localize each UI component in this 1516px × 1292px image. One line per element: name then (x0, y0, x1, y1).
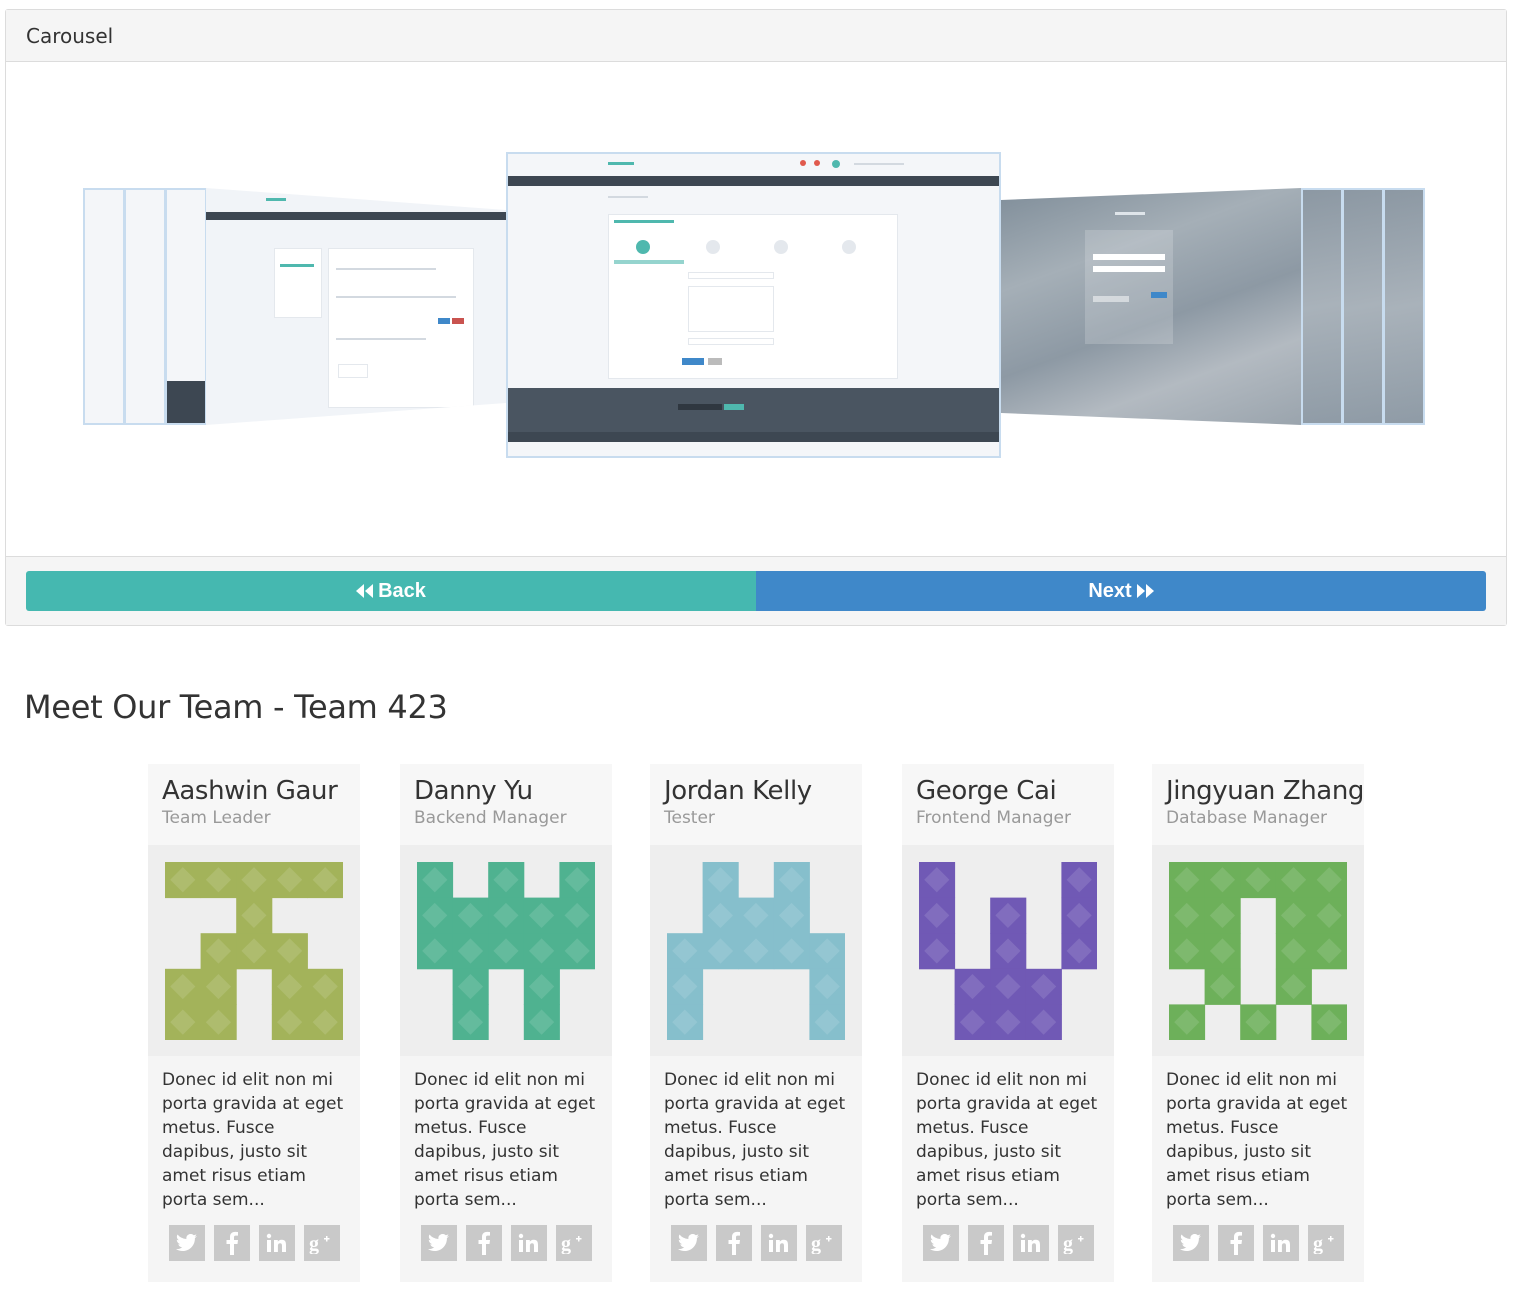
carousel-slide-active[interactable] (506, 152, 1001, 458)
svg-text:g: g (1063, 1233, 1073, 1254)
team-title: Meet Our Team - Team 423 (24, 688, 448, 726)
member-name: George Cai (916, 776, 1057, 806)
twitter-icon[interactable] (420, 1225, 457, 1261)
svg-text:g: g (811, 1233, 821, 1254)
carousel-slide-thumb[interactable] (83, 188, 125, 425)
linkedin-icon[interactable] (1012, 1225, 1049, 1261)
carousel-slide-right[interactable] (1001, 188, 1301, 425)
google-plus-icon[interactable]: g (555, 1225, 592, 1261)
google-plus-icon[interactable]: g (303, 1225, 340, 1261)
team-member-card: George Cai Frontend Manager Donec id eli… (902, 764, 1114, 1282)
twitter-icon[interactable] (1172, 1225, 1209, 1261)
member-avatar (902, 845, 1114, 1056)
linkedin-icon[interactable] (1262, 1225, 1299, 1261)
social-links: g (650, 1219, 862, 1261)
member-avatar (400, 845, 612, 1056)
carousel-slide-thumb[interactable] (124, 188, 166, 425)
google-plus-icon[interactable]: g (1057, 1225, 1094, 1261)
next-label: Next (1088, 579, 1132, 602)
back-label: Back (378, 579, 426, 602)
carousel-stage (6, 62, 1506, 557)
facebook-icon[interactable] (213, 1225, 250, 1261)
double-right-arrow-icon (1136, 584, 1154, 598)
card-header: Jordan Kelly Tester (650, 764, 862, 845)
double-left-arrow-icon (356, 584, 374, 598)
next-button[interactable]: Next (756, 571, 1486, 611)
member-name: Jordan Kelly (664, 776, 812, 806)
twitter-icon[interactable] (922, 1225, 959, 1261)
facebook-icon[interactable] (465, 1225, 502, 1261)
linkedin-icon[interactable] (510, 1225, 547, 1261)
linkedin-icon[interactable] (760, 1225, 797, 1261)
social-links: g (148, 1219, 360, 1261)
social-links: g (400, 1219, 612, 1261)
linkedin-icon[interactable] (258, 1225, 295, 1261)
carousel-controls: Back Next (6, 557, 1506, 625)
facebook-icon[interactable] (1217, 1225, 1254, 1261)
google-plus-icon[interactable]: g (1307, 1225, 1344, 1261)
member-bio: Donec id elit non mi porta gravida at eg… (1166, 1070, 1348, 1210)
member-name: Danny Yu (414, 776, 533, 806)
member-role: Tester (664, 808, 715, 828)
back-button[interactable]: Back (26, 571, 756, 611)
member-bio: Donec id elit non mi porta gravida at eg… (916, 1070, 1098, 1210)
carousel-slide-left[interactable] (206, 188, 506, 425)
carousel-slide-thumb[interactable] (165, 188, 207, 425)
member-name: Jingyuan Zhang (1166, 776, 1365, 806)
member-avatar (1152, 845, 1364, 1056)
member-role: Backend Manager (414, 808, 567, 828)
card-header: George Cai Frontend Manager (902, 764, 1114, 845)
facebook-icon[interactable] (715, 1225, 752, 1261)
twitter-icon[interactable] (670, 1225, 707, 1261)
carousel-slide-thumb[interactable] (1301, 188, 1343, 425)
card-header: Danny Yu Backend Manager (400, 764, 612, 845)
twitter-icon[interactable] (168, 1225, 205, 1261)
team-member-card: Jingyuan Zhang Database Manager Donec id… (1152, 764, 1364, 1282)
member-name: Aashwin Gaur (162, 776, 338, 806)
member-bio: Donec id elit non mi porta gravida at eg… (664, 1070, 846, 1210)
svg-text:g: g (1313, 1233, 1323, 1254)
facebook-icon[interactable] (967, 1225, 1004, 1261)
svg-text:g: g (309, 1233, 319, 1254)
member-avatar (148, 845, 360, 1056)
carousel-slide-thumb[interactable] (1383, 188, 1425, 425)
member-role: Frontend Manager (916, 808, 1071, 828)
card-header: Jingyuan Zhang Database Manager (1152, 764, 1364, 845)
carousel-slide-thumb[interactable] (1342, 188, 1384, 425)
svg-text:g: g (561, 1233, 571, 1254)
social-links: g (1152, 1219, 1364, 1261)
member-role: Team Leader (162, 808, 271, 828)
carousel-panel: Carousel Back Next (5, 9, 1507, 626)
member-bio: Donec id elit non mi porta gravida at eg… (162, 1070, 344, 1210)
member-avatar (650, 845, 862, 1056)
member-role: Database Manager (1166, 808, 1328, 828)
card-header: Aashwin Gaur Team Leader (148, 764, 360, 845)
member-bio: Donec id elit non mi porta gravida at eg… (414, 1070, 596, 1210)
team-member-card: Aashwin Gaur Team Leader Donec id elit n… (148, 764, 360, 1282)
team-member-card: Danny Yu Backend Manager Donec id elit n… (400, 764, 612, 1282)
social-links: g (902, 1219, 1114, 1261)
carousel-heading: Carousel (6, 10, 1506, 62)
team-member-card: Jordan Kelly Tester Donec id elit non mi… (650, 764, 862, 1282)
google-plus-icon[interactable]: g (805, 1225, 842, 1261)
